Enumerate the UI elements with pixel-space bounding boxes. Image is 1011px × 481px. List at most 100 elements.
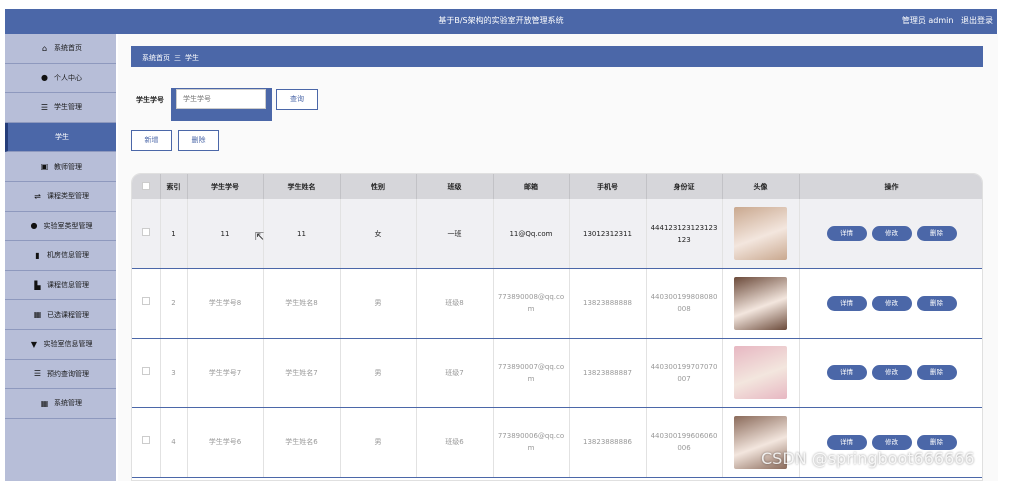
detail-button[interactable]: 详情 (826, 295, 867, 311)
user-label: 管理员 admin (901, 16, 954, 25)
cell-gender: 男 (340, 407, 417, 478)
sidebar-item[interactable]: ☰ 预约查询管理 (5, 360, 116, 390)
sidebar-item-label: 预约查询管理 (47, 369, 89, 378)
row-select-cell[interactable] (132, 338, 161, 408)
sidebar-item-label: 实验室信息管理 (43, 340, 93, 349)
column-header: 性别 (340, 174, 417, 199)
sidebar-item[interactable]: ▣ 教师管理 (5, 152, 116, 182)
breadcrumb-current: 学生 (185, 54, 199, 62)
main-content: 系统首页三学生 学生学号 查询 新增 删除 索引 学生学号 学生姓名 性别 班级… (118, 34, 998, 481)
avatar (734, 346, 787, 400)
row-select-cell[interactable] (132, 268, 161, 339)
chart-icon: ▣ (40, 162, 49, 172)
select-all-header[interactable] (132, 174, 161, 199)
edit-button[interactable]: 修改 (871, 295, 912, 311)
avatar-cell (722, 338, 800, 408)
cell-email: 11@Qq.com (493, 199, 570, 269)
sidebar-item[interactable]: ▦ 系统管理 (5, 389, 116, 419)
book-icon: ▙ (34, 280, 41, 290)
filter-icon: ▼ (30, 339, 38, 349)
bar-chart-icon: ▮ (35, 250, 40, 260)
cell-student-no: 学生学号6 (187, 407, 264, 478)
grid-icon: ▦ (40, 398, 49, 408)
cell-gender: 女 (340, 199, 417, 269)
student-no-search-input[interactable] (176, 89, 266, 109)
sidebar-item-label: 实验室类型管理 (43, 221, 93, 230)
sidebar-item-label: 学生管理 (54, 103, 82, 112)
edit-button[interactable]: 修改 (871, 226, 912, 241)
breadcrumb-separator: 三 (174, 54, 181, 62)
cell-class: 一班 (416, 199, 494, 269)
sidebar-item[interactable]: ☰ 学生管理 (5, 93, 116, 123)
sidebar-item-label: 课程类型管理 (47, 192, 89, 201)
sidebar-item-label: 已选课程管理 (47, 310, 89, 319)
detail-button[interactable]: 详情 (826, 434, 867, 450)
user-area: 管理员 admin 退出登录 (897, 15, 993, 26)
cell-name: 11 (263, 199, 341, 269)
sidebar-item[interactable]: ▦ 已选课程管理 (5, 300, 116, 330)
sidebar-item[interactable]: ▼ 实验室信息管理 (5, 330, 116, 360)
cell-index: 3 (160, 338, 188, 408)
top-bar: 基于B/S架构的实验室开放管理系统 管理员 admin 退出登录 (5, 9, 997, 34)
detail-button[interactable]: 详情 (826, 226, 867, 241)
cell-phone: 13012312311 (569, 199, 647, 269)
sidebar-item[interactable]: ● 实验室类型管理 (5, 212, 116, 242)
sidebar-item-label: 学生 (55, 133, 69, 142)
sidebar-item-label: 个人中心 (54, 73, 82, 82)
row-select-cell[interactable] (132, 407, 161, 478)
sidebar-item[interactable]: ▙ 课程信息管理 (5, 271, 116, 301)
cell-student-no: 11 (187, 199, 264, 269)
cell-class: 班级7 (416, 338, 494, 408)
column-header: 邮箱 (493, 174, 570, 199)
list-icon: ☰ (40, 102, 49, 112)
row-checkbox[interactable] (141, 297, 150, 306)
column-header: 操作 (799, 174, 982, 199)
cell-class: 班级6 (416, 407, 494, 478)
logout-link[interactable]: 退出登录 (961, 16, 993, 25)
cell-phone: 13823888888 (569, 268, 647, 339)
sidebar-item[interactable]: ● 个人中心 (5, 64, 116, 94)
batch-delete-button[interactable]: 删除 (178, 130, 219, 151)
delete-button[interactable]: 删除 (916, 365, 957, 381)
sidebar-item[interactable]: 学生 (5, 122, 116, 153)
mouse-cursor-icon: ⇱ (255, 230, 265, 243)
cell-id-card: 440300199707070007 (646, 338, 723, 408)
sidebar-item-label: 教师管理 (54, 162, 82, 171)
detail-button[interactable]: 详情 (826, 365, 867, 381)
sliders-icon: ⇌ (34, 191, 41, 201)
actions-cell: 详情 修改 删除 (799, 268, 982, 339)
edit-button[interactable]: 修改 (871, 365, 912, 381)
sidebar-item-label: 课程信息管理 (47, 281, 89, 290)
search-button[interactable]: 查询 (276, 89, 318, 110)
cell-name: 学生姓名7 (263, 338, 341, 408)
delete-button[interactable]: 删除 (916, 434, 957, 450)
row-checkbox[interactable] (141, 436, 150, 445)
cell-email: 773890006@qq.com (493, 407, 570, 478)
cell-gender: 男 (340, 338, 417, 408)
student-table: 索引 学生学号 学生姓名 性别 班级 邮箱 手机号 身份证 头像 操作 1 11 1… (131, 173, 983, 481)
table-row: 2 学生学号8 学生姓名8 男班级8 773890008@qq.com 138238888… (132, 268, 982, 339)
cell-student-no: 学生学号8 (187, 268, 264, 339)
list-icon: ☰ (33, 369, 42, 379)
avatar-cell (722, 199, 800, 269)
sidebar-item[interactable]: ⇌ 课程类型管理 (5, 182, 116, 212)
user-icon: ● (30, 221, 38, 231)
search-box (171, 88, 272, 121)
row-checkbox[interactable] (141, 227, 150, 236)
sidebar-item[interactable]: ⌂ 系统首页 (5, 34, 116, 64)
search-label: 学生学号 (136, 96, 164, 104)
row-checkbox[interactable] (141, 366, 150, 375)
edit-button[interactable]: 修改 (871, 434, 912, 450)
user-icon: ● (41, 73, 48, 83)
select-all-checkbox[interactable] (141, 181, 150, 190)
sidebar-item-label: 系统管理 (54, 399, 82, 408)
cell-phone: 13823888886 (569, 407, 647, 478)
cell-class: 班级8 (416, 268, 494, 339)
sidebar-item[interactable]: ▮ 机房信息管理 (5, 241, 116, 271)
row-select-cell[interactable] (132, 199, 161, 269)
add-button[interactable]: 新增 (131, 130, 172, 151)
delete-button[interactable]: 删除 (916, 295, 957, 311)
delete-button[interactable]: 删除 (916, 226, 957, 241)
breadcrumb-home[interactable]: 系统首页 (142, 54, 170, 62)
cell-id-card: 440300199808080008 (646, 268, 723, 339)
